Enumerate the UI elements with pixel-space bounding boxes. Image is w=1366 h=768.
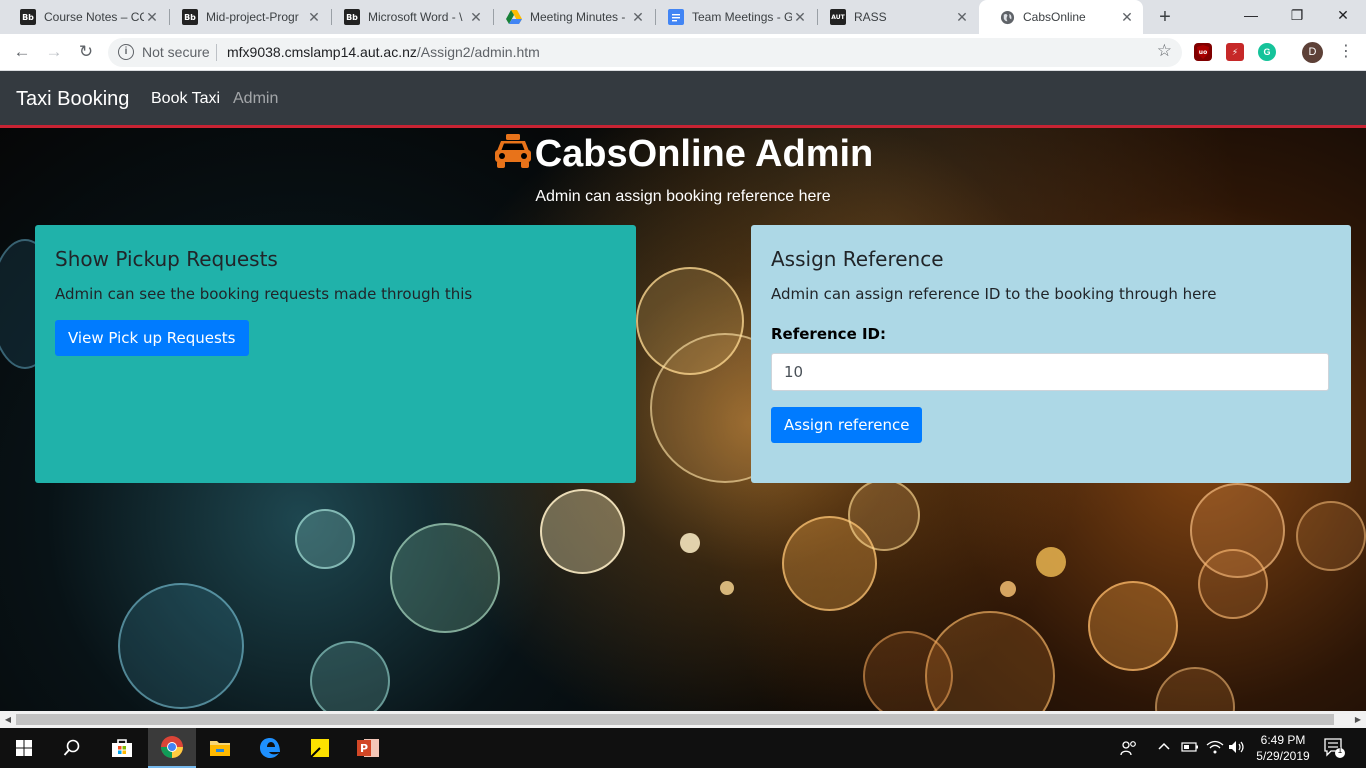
svg-text:P: P <box>360 742 368 755</box>
show-pickup-requests-card: Show Pickup Requests Admin can see the b… <box>35 225 636 483</box>
info-icon[interactable]: i <box>118 44 134 60</box>
reload-icon[interactable]: ↻ <box>74 40 98 64</box>
profile-avatar[interactable]: D <box>1302 42 1323 63</box>
scrollbar-thumb[interactable] <box>16 714 1334 725</box>
close-icon[interactable]: ✕ <box>1119 9 1135 26</box>
horizontal-scrollbar[interactable]: ◀ ▶ <box>0 711 1366 728</box>
clock-time: 6:49 PM <box>1260 733 1306 747</box>
wifi-icon[interactable] <box>1206 740 1224 757</box>
page-title: CabsOnline Admin <box>0 133 1366 176</box>
browser-tab[interactable]: AUT RASS ✕ <box>810 0 978 34</box>
bookmark-star-icon[interactable]: ☆ <box>1157 41 1172 61</box>
browser-tab[interactable]: Bb Course Notes – CC ✕ <box>0 0 168 34</box>
notification-center-icon[interactable]: 1 <box>1324 738 1346 761</box>
ublock-icon[interactable]: uo <box>1194 43 1212 61</box>
close-icon[interactable]: ✕ <box>630 9 646 26</box>
browser-tab[interactable]: Meeting Minutes - ✕ <box>486 0 654 34</box>
chevron-up-icon[interactable] <box>1157 740 1171 757</box>
page-content: Taxi Booking Book Taxi Admin CabsOnline … <box>0 71 1366 711</box>
edge-icon[interactable] <box>246 728 294 768</box>
assign-reference-button[interactable]: Assign reference <box>771 407 923 443</box>
search-icon[interactable] <box>48 728 96 768</box>
notification-count: 1 <box>1337 746 1343 755</box>
nav-link-book-taxi[interactable]: Book Taxi <box>151 90 220 108</box>
store-icon[interactable] <box>98 728 146 768</box>
minimize-button[interactable]: — <box>1228 0 1274 30</box>
grammarly-icon[interactable]: G <box>1258 43 1276 61</box>
card-heading: Show Pickup Requests <box>55 247 278 271</box>
browser-toolbar: ← → ↻ i Not secure mfx9038.cmslamp14.aut… <box>0 34 1366 71</box>
aut-icon: AUT <box>830 9 846 25</box>
blackboard-icon: Bb <box>20 9 36 25</box>
flash-extension-icon[interactable]: ⚡ <box>1226 43 1244 61</box>
drive-icon <box>506 9 522 25</box>
system-clock[interactable]: 6:49 PM 5/29/2019 <box>1250 732 1316 764</box>
sticky-notes-icon[interactable] <box>296 728 344 768</box>
not-secure-label[interactable]: Not secure <box>142 44 210 60</box>
browser-tab-active[interactable]: CabsOnline ✕ <box>979 0 1143 34</box>
tab-title: Microsoft Word - \ <box>368 10 463 24</box>
clock-date: 5/29/2019 <box>1256 749 1310 763</box>
people-icon[interactable] <box>1120 740 1138 759</box>
kebab-menu-icon[interactable]: ⋮ <box>1338 41 1354 63</box>
close-icon[interactable]: ✕ <box>468 9 484 26</box>
tab-title: RASS <box>854 10 887 24</box>
blackboard-icon: Bb <box>344 9 360 25</box>
assign-reference-card: Assign Reference Admin can assign refere… <box>751 225 1351 483</box>
taxi-icon <box>493 133 533 169</box>
browser-tab[interactable]: Bb Mid-project-Progr ✕ <box>162 0 330 34</box>
volume-icon[interactable] <box>1228 740 1246 757</box>
close-icon[interactable]: ✕ <box>792 9 808 26</box>
scroll-right-arrow-icon[interactable]: ▶ <box>1350 711 1366 728</box>
restore-button[interactable]: ❐ <box>1274 0 1320 30</box>
url-path: /Assign2/admin.htm <box>416 44 540 60</box>
reference-id-input[interactable]: 10 <box>771 353 1329 391</box>
tab-title: Course Notes – CC <box>44 10 144 24</box>
forward-arrow-icon[interactable]: → <box>42 40 66 64</box>
url-text[interactable]: mfx9038.cmslamp14.aut.ac.nz/Assign2/admi… <box>227 44 540 60</box>
browser-tab[interactable]: Team Meetings - G ✕ <box>648 0 816 34</box>
battery-icon[interactable] <box>1181 740 1199 757</box>
file-explorer-icon[interactable] <box>196 728 244 768</box>
browser-tab[interactable]: Bb Microsoft Word - \ ✕ <box>324 0 492 34</box>
tab-title: Meeting Minutes - <box>530 10 626 24</box>
reference-id-label: Reference ID: <box>771 325 886 343</box>
chrome-icon[interactable] <box>148 728 196 768</box>
navbar-brand[interactable]: Taxi Booking <box>16 88 129 111</box>
nav-link-admin[interactable]: Admin <box>233 90 278 108</box>
address-bar[interactable]: i Not secure mfx9038.cmslamp14.aut.ac.nz… <box>108 38 1182 67</box>
site-navbar: Taxi Booking Book Taxi Admin <box>0 71 1366 128</box>
scroll-left-arrow-icon[interactable]: ◀ <box>0 711 16 728</box>
powerpoint-icon[interactable]: P <box>344 728 392 768</box>
page-title-text: CabsOnline Admin <box>534 133 874 175</box>
windows-start-icon[interactable] <box>0 728 48 768</box>
card-description: Admin can assign reference ID to the boo… <box>771 285 1217 303</box>
blackboard-icon: Bb <box>182 9 198 25</box>
close-icon[interactable]: ✕ <box>306 9 322 26</box>
tab-title: CabsOnline <box>1023 10 1086 24</box>
tab-title: Mid-project-Progr <box>206 10 299 24</box>
url-host: mfx9038.cmslamp14.aut.ac.nz <box>227 44 417 60</box>
svg-text:uo: uo <box>1199 49 1207 56</box>
card-description: Admin can see the booking requests made … <box>55 285 473 303</box>
tab-title: Team Meetings - G <box>692 10 792 24</box>
view-pickup-requests-button[interactable]: View Pick up Requests <box>55 320 249 356</box>
window-close-button[interactable]: ✕ <box>1320 0 1366 30</box>
globe-icon <box>999 9 1015 25</box>
page-subtitle: Admin can assign booking reference here <box>535 188 831 205</box>
browser-tab-strip: Bb Course Notes – CC ✕ Bb Mid-project-Pr… <box>0 0 1366 34</box>
new-tab-button[interactable]: + <box>1154 5 1176 29</box>
windows-taskbar: P 6:49 PM 5/29/2019 1 <box>0 728 1366 768</box>
back-arrow-icon[interactable]: ← <box>10 40 34 64</box>
address-divider <box>216 44 217 61</box>
close-icon[interactable]: ✕ <box>954 9 970 26</box>
close-icon[interactable]: ✕ <box>144 9 160 26</box>
docs-icon <box>668 9 684 25</box>
card-heading: Assign Reference <box>771 247 944 271</box>
